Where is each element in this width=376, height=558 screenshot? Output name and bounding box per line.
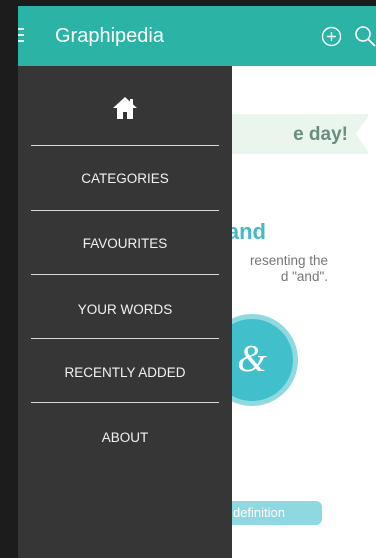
navigation-drawer: CATEGORIES FAVOURITES YOUR WORDS RECENTL… bbox=[18, 66, 232, 558]
hamburger-icon[interactable] bbox=[18, 28, 24, 42]
plus-circle-icon[interactable] bbox=[321, 26, 342, 47]
search-icon[interactable] bbox=[354, 25, 376, 47]
top-app-bar: Graphipedia bbox=[18, 6, 376, 66]
drawer-divider bbox=[31, 338, 219, 339]
drawer-item-favourites[interactable]: FAVOURITES bbox=[31, 236, 219, 251]
app-title: Graphipedia bbox=[55, 25, 164, 47]
drawer-item-categories[interactable]: CATEGORIES bbox=[31, 171, 219, 186]
home-icon[interactable] bbox=[112, 96, 138, 120]
drawer-divider bbox=[31, 210, 219, 211]
drawer-item-your-words[interactable]: YOUR WORDS bbox=[31, 302, 219, 317]
drawer-divider bbox=[31, 402, 219, 403]
drawer-divider bbox=[31, 274, 219, 275]
drawer-item-about[interactable]: ABOUT bbox=[31, 430, 219, 445]
drawer-divider bbox=[31, 145, 219, 146]
drawer-item-recently-added[interactable]: RECENTLY ADDED bbox=[31, 365, 219, 380]
